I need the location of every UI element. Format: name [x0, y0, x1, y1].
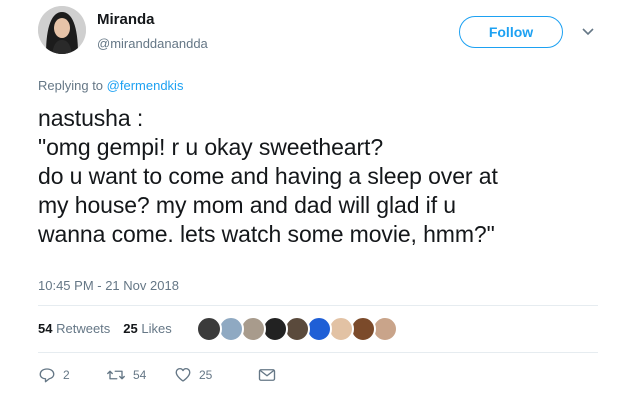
tweet-stats: 54 Retweets 25 Likes [38, 321, 172, 336]
display-name[interactable]: Miranda [97, 11, 155, 28]
divider [38, 305, 598, 306]
heart-icon [174, 366, 192, 384]
replying-prefix: Replying to [38, 78, 104, 93]
reply-count: 2 [63, 368, 70, 382]
avatar[interactable] [38, 6, 86, 54]
follow-button[interactable]: Follow [459, 16, 563, 48]
retweet-button[interactable]: 54 [106, 366, 174, 384]
reply-button[interactable]: 2 [38, 366, 106, 384]
reply-icon [38, 366, 56, 384]
user-handle[interactable]: @miranddanandda [97, 36, 208, 51]
chevron-down-icon[interactable] [578, 22, 598, 42]
divider [38, 352, 598, 353]
replying-mention-link[interactable]: @fermendkis [107, 78, 184, 93]
tweet-actions: 2 54 25 [38, 366, 276, 384]
message-icon [258, 367, 276, 383]
like-button[interactable]: 25 [174, 366, 258, 384]
likes-label: Likes [141, 321, 172, 336]
retweet-icon [106, 366, 126, 384]
retweets-count: 54 [38, 321, 53, 336]
direct-message-button[interactable] [258, 367, 276, 383]
liker-avatars [196, 316, 398, 342]
liker-avatar[interactable] [196, 316, 222, 342]
replying-to: Replying to @fermendkis [38, 78, 183, 93]
tweet-timestamp[interactable]: 10:45 PM - 21 Nov 2018 [38, 278, 179, 293]
tweet-text: nastusha : "omg gempi! r u okay sweethea… [38, 105, 498, 247]
retweet-count: 54 [133, 368, 147, 382]
retweets-stat[interactable]: 54 Retweets [38, 321, 110, 336]
likes-stat[interactable]: 25 Likes [123, 321, 171, 336]
likes-count: 25 [123, 321, 138, 336]
like-count: 25 [199, 368, 213, 382]
retweets-label: Retweets [56, 321, 111, 336]
